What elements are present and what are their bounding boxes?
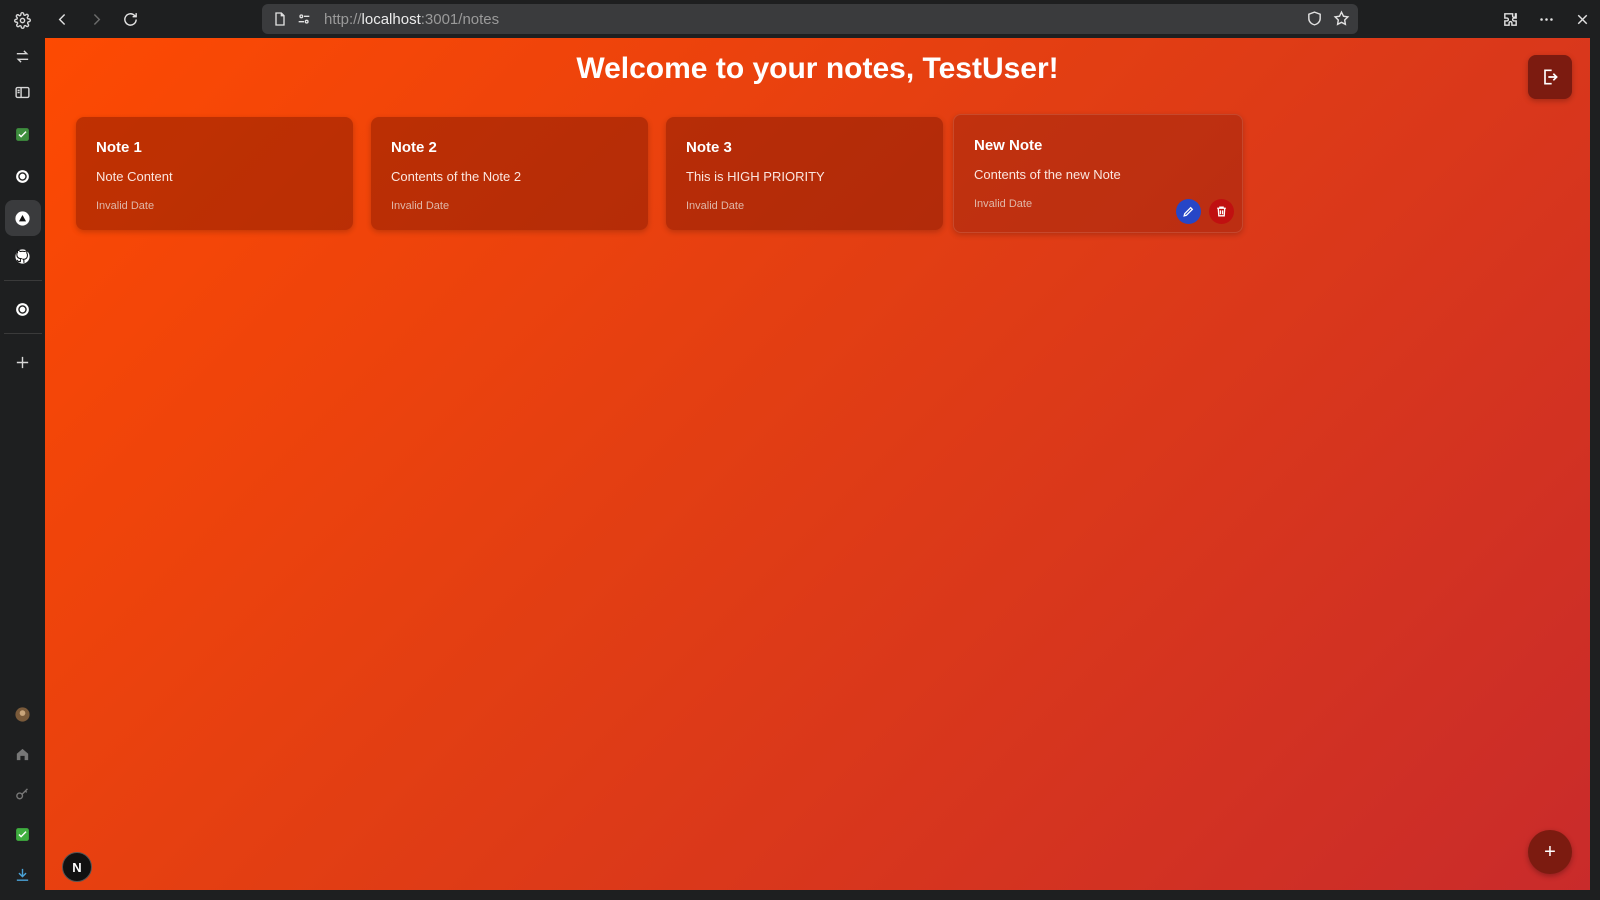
home-icon[interactable] (7, 738, 39, 770)
chatgpt-icon[interactable] (7, 160, 39, 192)
triangle-app-icon[interactable] (4, 200, 41, 236)
page-icon (272, 11, 288, 27)
site-permissions-icon[interactable] (296, 11, 312, 27)
url-scheme: http:// (324, 10, 362, 28)
window-edge (1590, 38, 1600, 900)
add-note-button[interactable]: + (1528, 830, 1572, 874)
note-date: Invalid Date (391, 200, 450, 212)
logout-button[interactable] (1528, 55, 1572, 99)
notes-page: Welcome to your notes, TestUser! Note 1 … (45, 38, 1590, 890)
browser-toolbar: http://localhost:3001/notes (45, 0, 1600, 38)
shield-icon[interactable] (1306, 10, 1323, 32)
note-title: Note 3 (686, 139, 732, 156)
github-icon[interactable] (7, 240, 39, 272)
sidebar-divider (3, 280, 42, 281)
note-date: Invalid Date (96, 200, 155, 212)
close-icon[interactable] (1564, 2, 1600, 36)
edit-note-button[interactable] (1176, 199, 1201, 224)
window-edge (45, 890, 1600, 900)
key-icon[interactable] (7, 778, 39, 810)
sidebar-toggle-icon[interactable] (7, 76, 39, 108)
note-content: This is HIGH PRIORITY (686, 169, 825, 184)
note-card[interactable]: Note 3 This is HIGH PRIORITY Invalid Dat… (666, 117, 943, 230)
settings-icon[interactable] (7, 4, 39, 36)
sync-tabs-icon[interactable] (7, 40, 39, 72)
url-path: :3001/notes (420, 10, 500, 28)
note-card[interactable]: New Note Contents of the new Note Invali… (953, 114, 1243, 233)
note-actions (1176, 199, 1234, 224)
tasks-app-icon[interactable] (7, 818, 39, 850)
note-content: Note Content (96, 169, 173, 184)
note-title: Note 1 (96, 139, 142, 156)
tasks-app-icon[interactable] (7, 118, 39, 150)
url-host: localhost (361, 10, 421, 28)
note-content: Contents of the Note 2 (391, 169, 522, 184)
sidebar-divider (3, 333, 42, 334)
nextjs-dev-badge[interactable]: N (62, 852, 92, 882)
note-content: Contents of the new Note (974, 167, 1121, 182)
page-title: Welcome to your notes, TestUser! (576, 52, 1059, 85)
add-panel-icon[interactable] (7, 346, 39, 378)
avatar[interactable] (7, 698, 39, 730)
back-icon[interactable] (45, 2, 79, 36)
forward-icon[interactable] (79, 2, 113, 36)
url-text[interactable]: http://localhost:3001/notes (324, 11, 499, 28)
address-bar[interactable]: http://localhost:3001/notes (262, 4, 1358, 34)
note-title: New Note (974, 137, 1043, 154)
chatgpt-icon[interactable] (7, 293, 39, 325)
delete-note-button[interactable] (1209, 199, 1234, 224)
extensions-icon[interactable] (1492, 2, 1528, 36)
reload-icon[interactable] (113, 2, 147, 36)
more-menu-icon[interactable] (1528, 2, 1564, 36)
note-title: Note 2 (391, 139, 437, 156)
note-card[interactable]: Note 2 Contents of the Note 2 Invalid Da… (371, 117, 648, 230)
bookmark-star-icon[interactable] (1333, 10, 1350, 32)
note-date: Invalid Date (686, 200, 745, 212)
download-icon[interactable] (7, 858, 39, 890)
note-card[interactable]: Note 1 Note Content Invalid Date (76, 117, 353, 230)
browser-sidebar (0, 0, 45, 900)
